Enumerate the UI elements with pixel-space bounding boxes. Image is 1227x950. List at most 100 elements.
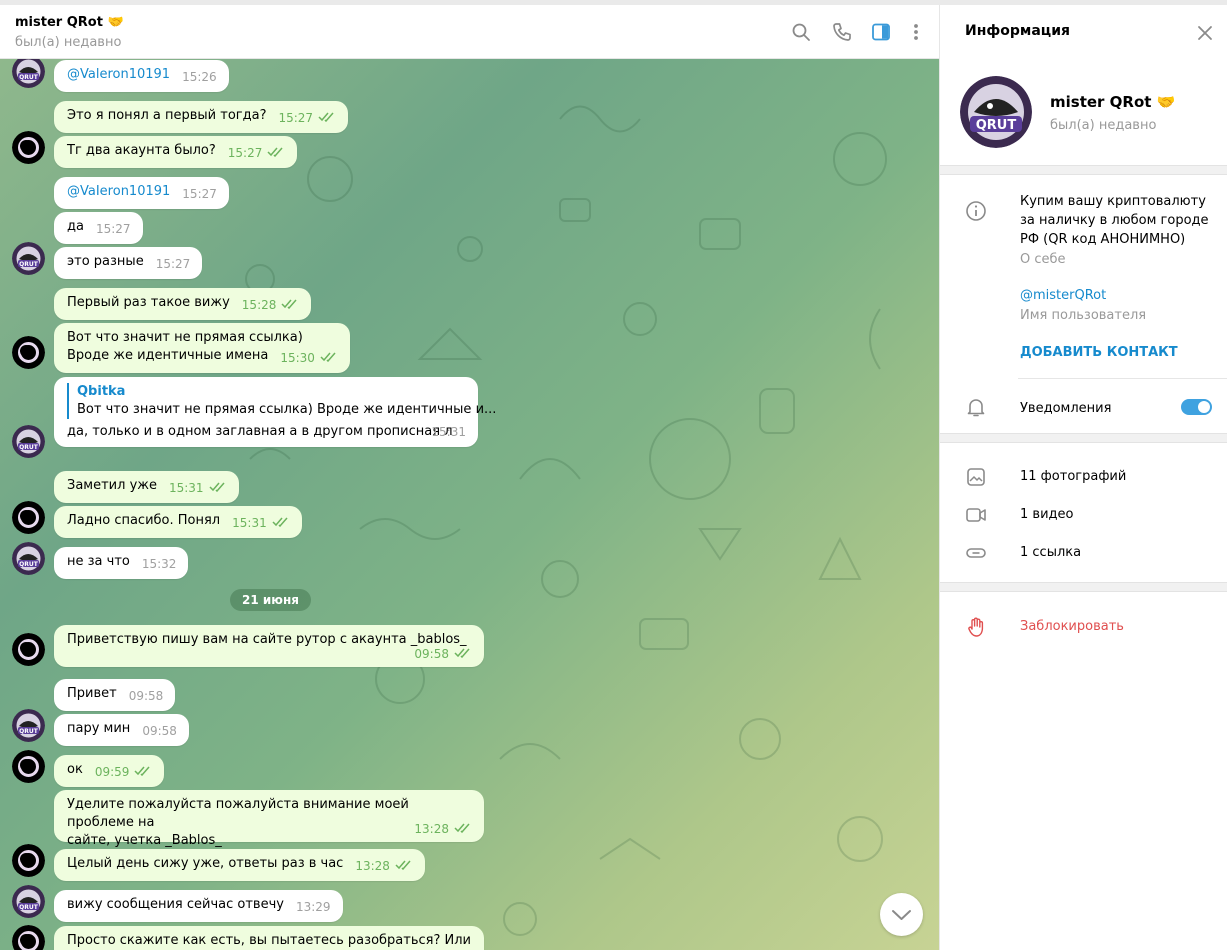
- double-check-icon: [281, 299, 297, 309]
- message-text: ок: [67, 762, 83, 777]
- message-text[interactable]: @Valeron10191: [67, 67, 170, 82]
- message-text: Привет: [67, 686, 117, 701]
- message-outgoing[interactable]: Уделите пожалуйста пожалуйста внимание м…: [54, 790, 484, 848]
- avatar-self[interactable]: [12, 131, 45, 164]
- search-icon[interactable]: [790, 21, 812, 43]
- close-icon[interactable]: [1196, 24, 1214, 42]
- sidebar-toggle-icon[interactable]: [870, 21, 892, 43]
- message-outgoing[interactable]: Заметил уже 15:31: [54, 471, 239, 503]
- message-text[interactable]: @VaIeron10191: [67, 184, 170, 199]
- section-divider: [940, 433, 1227, 443]
- shared-videos-link[interactable]: 1 видео: [1020, 505, 1073, 524]
- section-divider: [940, 582, 1227, 592]
- reply-text: Вот что значит не прямая ссылка) Вроде ж…: [77, 402, 497, 417]
- message-outgoing[interactable]: Первый раз такое вижу 15:28: [54, 288, 312, 320]
- profile-bio: Купим вашу криптовалюту за наличку в люб…: [1020, 194, 1209, 247]
- section-divider: [940, 165, 1227, 175]
- message-time: 15:27: [278, 109, 336, 127]
- message-time: 09:58: [142, 724, 177, 738]
- message-text: Уделите пожалуйста пожалуйста внимание м…: [67, 797, 409, 848]
- message-text: это разные: [67, 254, 144, 269]
- message-time: 15:31: [232, 514, 290, 532]
- add-contact-button[interactable]: ДОБАВИТЬ КОНТАКТ: [1020, 345, 1178, 360]
- scroll-to-bottom-button[interactable]: [880, 893, 923, 936]
- avatar-self[interactable]: [12, 501, 45, 534]
- message-text: Ладно спасибо. Понял: [67, 513, 221, 528]
- double-check-icon: [318, 112, 334, 122]
- message-text: Заметил уже: [67, 478, 157, 493]
- message-outgoing[interactable]: Тг два акаунта было? 15:27: [54, 136, 298, 168]
- photo-icon: [965, 466, 987, 488]
- message-time: 09:58: [414, 645, 472, 663]
- message-text: Вот что значит не прямая ссылка) Вроде ж…: [67, 330, 303, 363]
- profile-avatar[interactable]: QRUT: [960, 76, 1032, 148]
- double-check-icon: [454, 648, 470, 658]
- profile-name: mister QRot 🤝: [1050, 93, 1176, 111]
- message-incoming[interactable]: это разные 15:27: [54, 247, 203, 279]
- message-outgoing[interactable]: Ладно спасибо. Понял 15:31: [54, 506, 302, 538]
- notifications-toggle[interactable]: [1181, 399, 1212, 415]
- message-incoming[interactable]: пару мин 09:58: [54, 714, 189, 746]
- message-outgoing[interactable]: ок 09:59: [54, 755, 165, 787]
- avatar-qrot[interactable]: QRUT: [12, 425, 45, 458]
- video-icon: [965, 504, 987, 526]
- chat-title[interactable]: mister QRot 🤝: [15, 15, 124, 30]
- message-outgoing[interactable]: Целый день сижу уже, ответы раз в час 13:…: [54, 849, 425, 881]
- svg-text:QRUT: QRUT: [976, 118, 1017, 133]
- double-check-icon: [134, 766, 150, 776]
- message-incoming[interactable]: не за что 15:32: [54, 547, 189, 579]
- message-outgoing[interactable]: Просто скажите как есть, вы пытаетесь ра…: [54, 926, 484, 950]
- chat-history[interactable]: QRUT @Valeron10191 15:26 Это я понял а пе…: [0, 59, 939, 950]
- message-text: не за что: [67, 554, 130, 569]
- message-time: 15:32: [141, 557, 177, 571]
- divider: [1018, 378, 1227, 379]
- avatar-qrot[interactable]: QRUT: [12, 242, 45, 275]
- message-time: 15:27: [182, 187, 217, 201]
- avatar-qrot[interactable]: QRUT: [12, 542, 45, 575]
- message-incoming[interactable]: вижу сообщения сейчас отвечу 13:29: [54, 890, 343, 922]
- avatar-self[interactable]: [12, 633, 45, 666]
- shared-photos-link[interactable]: 11 фотографий: [1020, 467, 1126, 486]
- avatar-self[interactable]: [12, 336, 45, 369]
- block-user-button[interactable]: Заблокировать: [1020, 619, 1124, 634]
- message-incoming[interactable]: Привет 09:58: [54, 679, 176, 711]
- avatar-self[interactable]: [12, 844, 45, 877]
- svg-text:QRUT: QRUT: [19, 728, 39, 735]
- svg-text:QRUT: QRUT: [19, 904, 39, 911]
- message-text: пару мин: [67, 721, 131, 736]
- shared-links-link[interactable]: 1 ссылка: [1020, 543, 1081, 562]
- svg-text:QRUT: QRUT: [19, 261, 39, 268]
- info-panel: Информация QRUT mister QRot 🤝 был(а) нед…: [939, 5, 1227, 950]
- more-vertical-icon[interactable]: [905, 21, 927, 43]
- svg-text:QRUT: QRUT: [19, 444, 39, 451]
- message-outgoing[interactable]: Это я понял а первый тогда? 15:27: [54, 101, 349, 133]
- message-time: 15:30: [280, 349, 338, 367]
- avatar-qrot[interactable]: QRUT: [12, 885, 45, 918]
- phone-icon[interactable]: [831, 21, 853, 43]
- double-check-icon: [272, 517, 288, 527]
- message-text: Просто скажите как есть, вы пытаетесь ра…: [67, 933, 471, 948]
- message-incoming[interactable]: @VaIeron10191 15:27: [54, 177, 229, 209]
- message-text: Первый раз такое вижу: [67, 295, 230, 310]
- message-outgoing[interactable]: Вот что значит не прямая ссылка) Вроде ж…: [54, 323, 350, 373]
- message-time: 13:28: [355, 857, 413, 875]
- message-time: 15:31: [169, 479, 227, 497]
- notifications-label: Уведомления: [1020, 401, 1112, 416]
- message-incoming-reply[interactable]: Qbitka Вот что значит не прямая ссылка) …: [54, 377, 497, 447]
- message-time: 13:29: [295, 900, 331, 914]
- reply-author: Qbitka: [77, 384, 126, 399]
- message-text: вижу сообщения сейчас отвечу: [67, 897, 284, 912]
- message-outgoing[interactable]: Приветствую пишу вам на сайте рутор с ак…: [54, 625, 484, 667]
- double-check-icon: [267, 147, 283, 157]
- reply-quote[interactable]: Qbitka Вот что значит не прямая ссылка) …: [67, 383, 497, 419]
- avatar-self[interactable]: [12, 750, 45, 783]
- avatar-qrot[interactable]: QRUT: [12, 709, 45, 742]
- link-icon: [965, 542, 987, 564]
- message-text: Приветствую пишу вам на сайте рутор с ак…: [67, 632, 467, 647]
- message-time: 15:27: [95, 222, 131, 236]
- profile-username[interactable]: @misterQRot: [1020, 286, 1106, 305]
- message-time: 15:26: [182, 70, 217, 84]
- message-incoming[interactable]: @Valeron10191 15:26: [54, 60, 229, 92]
- message-incoming[interactable]: да 15:27: [54, 212, 143, 244]
- avatar-self[interactable]: [12, 925, 45, 950]
